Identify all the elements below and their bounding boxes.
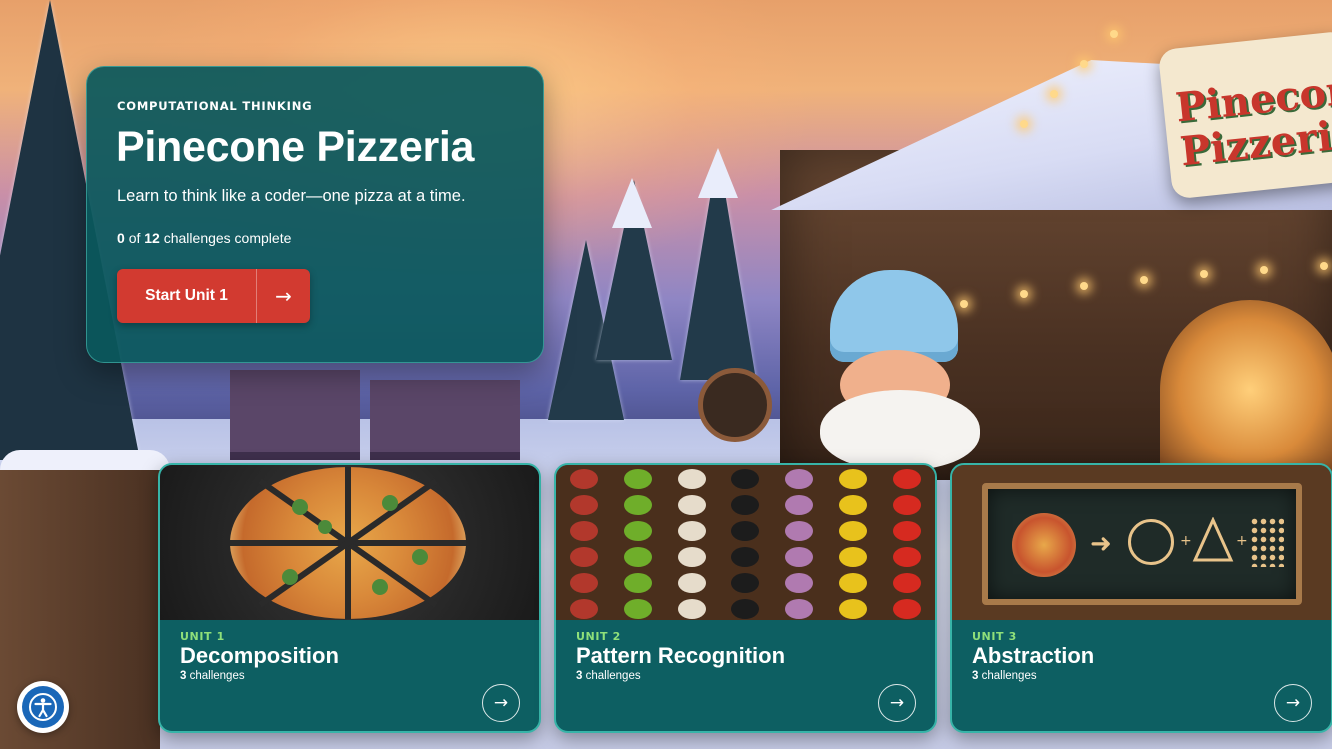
string-light bbox=[1050, 90, 1058, 98]
string-light bbox=[1110, 30, 1118, 38]
accessibility-button[interactable] bbox=[17, 681, 69, 733]
accessibility-icon bbox=[22, 686, 64, 728]
page-subtitle: Learn to think like a coder—one pizza at… bbox=[117, 187, 466, 205]
triangle-shape bbox=[1192, 517, 1234, 562]
challenge-count-value: 3 bbox=[180, 670, 187, 682]
challenge-count-label: challenges bbox=[189, 670, 245, 682]
pizza-wall-sign bbox=[698, 368, 772, 442]
unit-title: Abstraction bbox=[972, 643, 1095, 668]
string-light bbox=[1140, 276, 1148, 284]
start-unit-button[interactable]: Start Unit 1 → bbox=[117, 269, 310, 323]
string-light bbox=[1080, 60, 1088, 68]
challenge-count: 3 challenges bbox=[180, 670, 245, 682]
unit-title: Pattern Recognition bbox=[576, 643, 786, 668]
string-light bbox=[1020, 290, 1028, 298]
challenge-count: 3 challenges bbox=[576, 670, 641, 682]
arrow-right-icon[interactable]: → bbox=[482, 684, 520, 722]
yellow-pepper-column bbox=[839, 465, 868, 620]
challenge-count-label: challenges bbox=[585, 670, 641, 682]
plus-icon: + bbox=[1236, 533, 1248, 549]
arrow-right-icon: → bbox=[256, 269, 310, 323]
unit-card-pattern-recognition[interactable]: UNIT 2 Pattern Recognition 3 challenges … bbox=[554, 463, 937, 733]
progress-of: of bbox=[128, 230, 141, 246]
tomato-column bbox=[892, 465, 921, 620]
challenge-count-label: challenges bbox=[981, 670, 1037, 682]
mushroom-column bbox=[677, 465, 706, 620]
unit-number: UNIT 1 bbox=[180, 630, 225, 643]
challenge-count-value: 3 bbox=[576, 670, 583, 682]
arrow-right-icon: ➜ bbox=[1090, 529, 1112, 559]
unit-number: UNIT 3 bbox=[972, 630, 1017, 643]
string-light bbox=[1260, 266, 1268, 274]
start-unit-label: Start Unit 1 bbox=[145, 287, 228, 304]
plus-icon: + bbox=[1180, 533, 1192, 549]
unit-number: UNIT 2 bbox=[576, 630, 621, 643]
completed-count: 0 bbox=[117, 230, 125, 246]
lodge-window bbox=[1160, 300, 1332, 480]
pizza-drawing bbox=[1012, 513, 1076, 577]
chef-beard bbox=[820, 390, 980, 470]
sliced-pizza bbox=[230, 467, 466, 619]
hero-panel: COMPUTATIONAL THINKING Pinecone Pizzeria… bbox=[86, 66, 544, 363]
course-category: COMPUTATIONAL THINKING bbox=[117, 99, 313, 113]
string-light bbox=[1200, 270, 1208, 278]
unit-card-abstraction[interactable]: ➜ + + UNIT 3 Abstraction 3 challenges → bbox=[950, 463, 1332, 733]
chef-mascot bbox=[820, 270, 990, 470]
dots-pattern bbox=[1250, 517, 1284, 567]
unit-card-decomposition[interactable]: UNIT 1 Decomposition 3 challenges → bbox=[158, 463, 541, 733]
village-house bbox=[370, 380, 520, 460]
pizzeria-sign: Pinecone Pizzeria bbox=[1157, 30, 1332, 200]
snow-cap bbox=[612, 178, 652, 228]
pizza-slice-lines bbox=[230, 467, 466, 619]
arrow-right-icon[interactable]: → bbox=[1274, 684, 1312, 722]
chef-hat bbox=[830, 270, 958, 362]
string-light bbox=[1320, 262, 1328, 270]
pepper-column bbox=[623, 465, 652, 620]
olive-column bbox=[731, 465, 760, 620]
challenge-count-value: 3 bbox=[972, 670, 979, 682]
circle-shape bbox=[1128, 519, 1174, 565]
pizza-slices-image bbox=[160, 465, 539, 620]
ingredient-rows-image bbox=[556, 465, 935, 620]
onion-column bbox=[785, 465, 814, 620]
string-light bbox=[1020, 120, 1028, 128]
string-light bbox=[1080, 282, 1088, 290]
progress-text: 0 of 12 challenges complete bbox=[117, 230, 291, 246]
chalkboard: ➜ + + bbox=[982, 483, 1302, 605]
village-house bbox=[230, 370, 360, 460]
snow-cap bbox=[698, 148, 738, 198]
pepperoni-column bbox=[570, 465, 598, 620]
arrow-right-icon[interactable]: → bbox=[878, 684, 916, 722]
page-title: Pinecone Pizzeria bbox=[116, 123, 475, 171]
unit-title: Decomposition bbox=[180, 643, 339, 668]
progress-suffix: challenges complete bbox=[163, 230, 292, 246]
total-count: 12 bbox=[144, 230, 160, 246]
challenge-count: 3 challenges bbox=[972, 670, 1037, 682]
chalkboard-shapes-image: ➜ + + bbox=[952, 465, 1331, 620]
accessibility-figure bbox=[29, 693, 57, 721]
